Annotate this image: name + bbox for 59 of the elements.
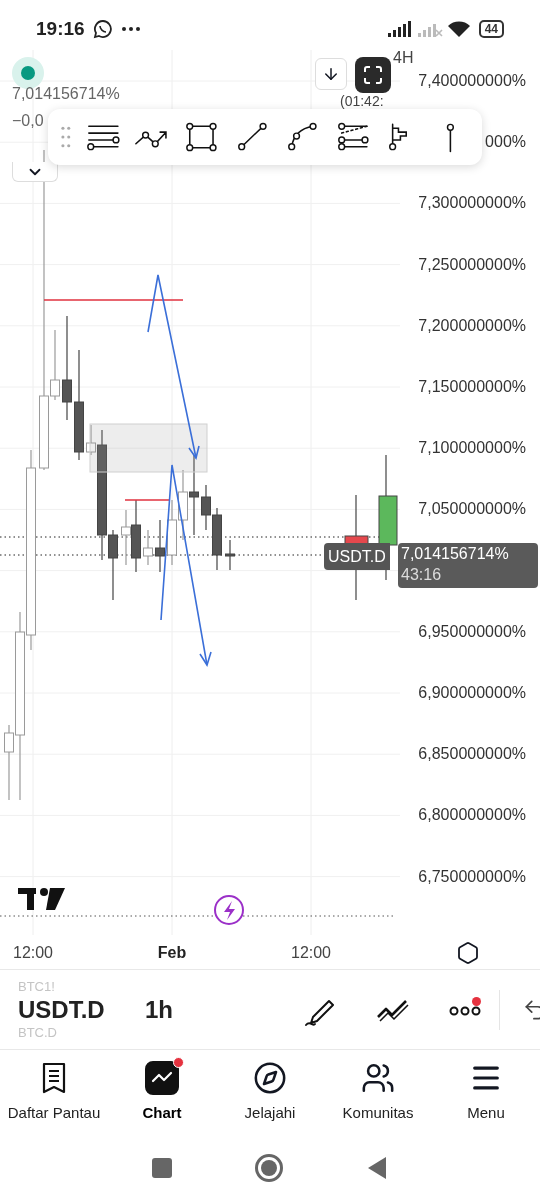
nav-tab[interactable]: Daftar Pantau — [0, 1050, 108, 1135]
last-price: 7,014156714% — [12, 85, 120, 103]
logo-icon — [18, 888, 65, 910]
candlestick — [121, 509, 131, 566]
candlestick — [155, 519, 165, 573]
price-label: 7,050000000% — [418, 499, 526, 520]
symbol-option[interactable]: USDT.D — [18, 994, 125, 1025]
price-label: 6,950000000% — [418, 621, 526, 642]
fullscreen-icon — [363, 65, 383, 85]
price-label: 6,850000000% — [418, 744, 526, 765]
price-label: 7,400000000% — [418, 71, 526, 91]
candlestick — [225, 539, 235, 571]
price-label: 7,150000000% — [418, 377, 526, 397]
list-bookmark-icon — [41, 1062, 67, 1095]
price-label: 6,750000000% — [418, 866, 526, 887]
settings-icon[interactable] — [456, 941, 480, 965]
lightning-icon — [214, 895, 244, 925]
wifi-icon — [446, 20, 471, 38]
candlestick — [143, 529, 153, 566]
interval-label: 4H — [393, 48, 414, 68]
nav-tab[interactable]: Jelajahi — [216, 1050, 324, 1135]
clock: 19:16 — [36, 16, 85, 41]
recents-button[interactable] — [151, 1157, 172, 1178]
time-label: 12:00 — [13, 943, 53, 963]
bar-timer: 43:16 — [401, 565, 443, 585]
chat-bubble-icon — [92, 19, 113, 39]
more-dots-icon — [120, 26, 141, 32]
price-label: 7,200000000% — [418, 315, 526, 336]
compass-icon — [253, 1061, 287, 1096]
symbol-tag: USDT.D — [324, 543, 390, 570]
chart-icon — [145, 1061, 179, 1096]
nav-tab[interactable]: Menu — [432, 1050, 540, 1135]
price-tag-value: 7,014156714% — [401, 544, 510, 564]
candlestick — [178, 469, 188, 541]
arrow-down-icon — [322, 65, 340, 83]
candlestick — [212, 507, 222, 571]
price-label: 6,900000000% — [418, 683, 526, 703]
timeframe-button[interactable]: 1h — [145, 991, 173, 1028]
candlestick — [167, 499, 177, 566]
nav-tab[interactable]: Chart — [108, 1050, 216, 1135]
home-button[interactable] — [255, 1153, 283, 1182]
back-icon[interactable] — [366, 1155, 389, 1180]
signal-icon — [386, 20, 413, 38]
price-label: 000% — [485, 132, 526, 153]
battery-icon: 44 — [478, 20, 504, 38]
time-label: 12:00 — [291, 943, 331, 963]
time-label: Feb — [157, 943, 187, 963]
candlestick — [201, 484, 211, 531]
price-label: 7,100000000% — [418, 438, 526, 459]
fullscreen-button[interactable] — [355, 57, 391, 93]
countdown-label: (01:42: — [340, 94, 384, 109]
price-change: −0,0 — [12, 112, 44, 130]
price-label: 6,800000000% — [418, 805, 526, 826]
nav-tab[interactable]: Komunitas — [324, 1050, 432, 1135]
scroll-down-button[interactable] — [315, 58, 347, 90]
collapse-button[interactable] — [12, 162, 58, 182]
price-label: 7,300000000% — [418, 193, 526, 214]
price-label: 7,250000000% — [418, 254, 526, 275]
drag-handle-icon[interactable] — [60, 124, 72, 150]
